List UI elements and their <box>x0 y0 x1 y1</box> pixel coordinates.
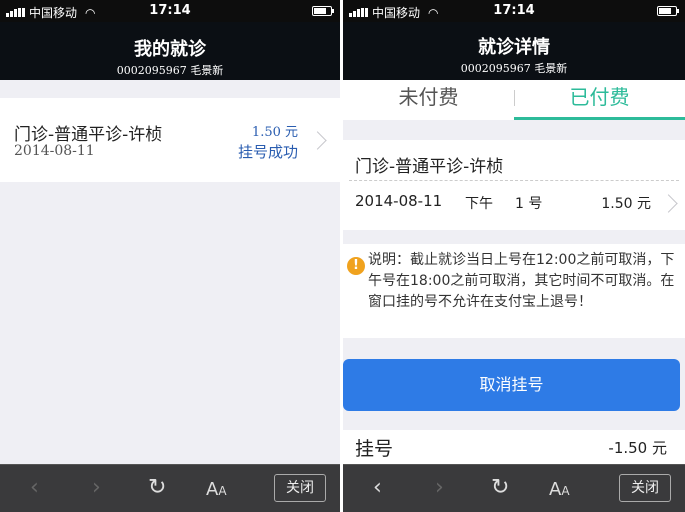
close-button[interactable]: 关闭 <box>274 474 326 502</box>
refresh-icon[interactable]: ↻ <box>148 475 166 501</box>
left-screen: 中国移动 ◠ 17:14 我的就诊 0002095967 毛景新 门诊-普通平诊… <box>0 0 340 512</box>
cancel-registration-button[interactable]: 取消挂号 <box>343 359 680 411</box>
patient-id: 0002095967 毛景新 <box>460 62 568 75</box>
visit-date: 2014-08-11 <box>355 192 443 210</box>
font-size-icon[interactable]: AA <box>549 477 570 504</box>
battery-icon <box>657 6 679 16</box>
tab-paid[interactable]: 已付费 <box>514 80 685 120</box>
patient-id: 0002095967 毛景新 <box>116 64 224 77</box>
visit-list-item[interactable]: 门诊-普通平诊-许桢 2014-08-11 1.50 元 挂号成功 <box>0 98 340 182</box>
browser-toolbar: ‹ › ↻ AA 关闭 <box>343 464 685 512</box>
back-arrow-icon[interactable]: ‹ <box>30 475 39 501</box>
status-bar: 中国移动 ◠ 17:14 <box>0 0 340 22</box>
chevron-right-icon <box>659 194 678 213</box>
cancellation-notice: ! 说明：截止就诊当日上号在12:00之前可取消，下午号在18:00之前可取消，… <box>343 244 685 338</box>
chevron-right-icon <box>308 131 327 150</box>
page-title: 我的就诊 <box>134 39 206 60</box>
visit-title: 门诊-普通平诊-许桢 <box>14 125 163 145</box>
tab-unpaid[interactable]: 未付费 <box>343 80 514 120</box>
status-time: 17:14 <box>493 3 535 18</box>
nav-bar: 我的就诊 0002095967 毛景新 <box>0 22 340 80</box>
nav-bar: 就诊详情 0002095967 毛景新 <box>343 22 685 80</box>
back-arrow-icon[interactable]: ‹ <box>373 475 382 501</box>
refresh-icon[interactable]: ↻ <box>491 475 509 501</box>
visit-detail-card[interactable]: 门诊-普通平诊-许桢 2014-08-11 下午 1 号 1.50 元 <box>343 140 685 230</box>
status-time: 17:14 <box>149 3 191 18</box>
fee-row: 挂号 -1.50 元 <box>343 430 685 464</box>
queue-number: 1 号 <box>515 196 543 212</box>
battery-icon <box>312 6 334 16</box>
divider <box>349 180 679 181</box>
status-bar: 中国移动 ◠ 17:14 <box>343 0 685 22</box>
forward-arrow-icon[interactable]: › <box>92 475 101 501</box>
page-title: 就诊详情 <box>478 37 550 58</box>
forward-arrow-icon[interactable]: › <box>435 475 444 501</box>
font-size-icon[interactable]: AA <box>206 477 227 504</box>
fee-label: 挂号 <box>355 438 394 460</box>
visit-period: 下午 <box>465 196 493 212</box>
visit-date: 2014-08-11 <box>14 143 95 159</box>
right-screen: 中国移动 ◠ 17:14 就诊详情 0002095967 毛景新 未付费 已付费… <box>343 0 685 512</box>
fee-value: -1.50 元 <box>608 439 667 457</box>
visit-title: 门诊-普通平诊-许桢 <box>355 157 504 177</box>
notice-text: 说明：截止就诊当日上号在12:00之前可取消，下午号在18:00之前可取消，其它… <box>368 252 675 310</box>
close-button[interactable]: 关闭 <box>619 474 671 502</box>
payment-tabs: 未付费 已付费 <box>343 80 685 120</box>
visit-price: 1.50 元 <box>601 196 651 212</box>
browser-toolbar: ‹ › ↻ AA 关闭 <box>0 464 340 512</box>
visit-price: 1.50 元 <box>251 125 298 140</box>
visit-status: 挂号成功 <box>237 143 298 161</box>
warning-icon: ! <box>347 257 365 275</box>
